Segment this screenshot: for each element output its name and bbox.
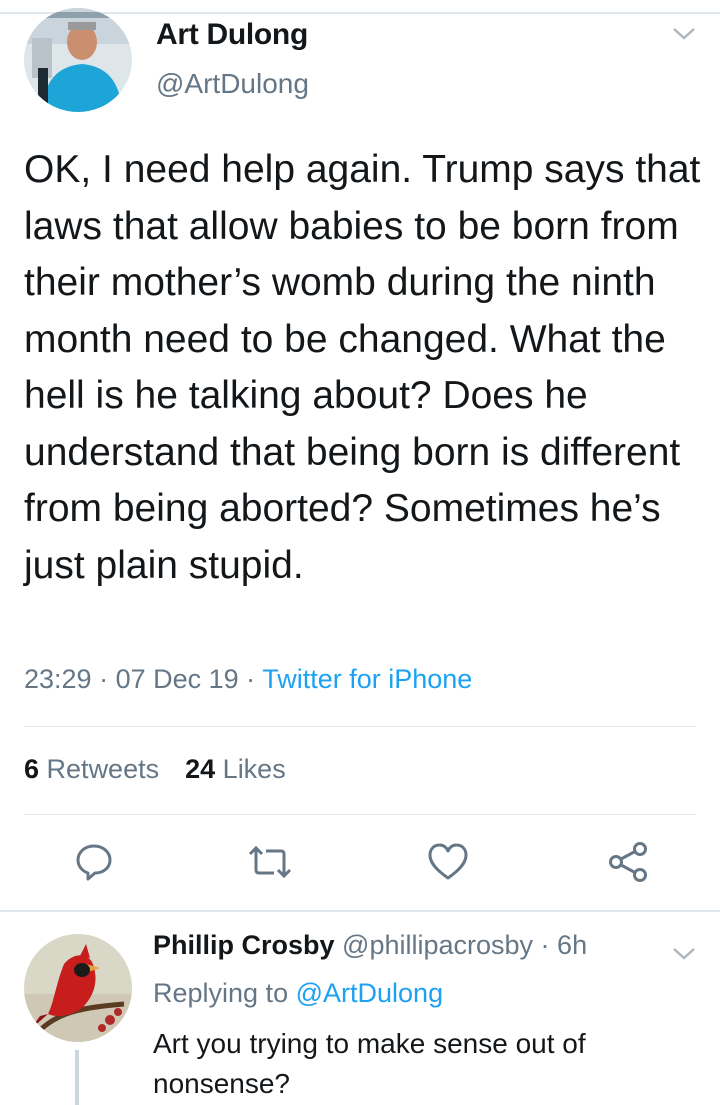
tweet-source-link[interactable]: Twitter for iPhone (262, 664, 472, 694)
author-avatar[interactable] (24, 8, 132, 112)
likes-label: Likes (222, 754, 286, 784)
tweet-time: 23:29 (24, 664, 92, 694)
meta-separator: · (238, 664, 263, 694)
reply-age: 6h (557, 930, 588, 960)
chevron-down-icon[interactable] (670, 24, 698, 44)
divider (24, 814, 696, 815)
reply-author-name[interactable]: Phillip Crosby (153, 930, 335, 960)
reply-header: Phillip Crosby @phillipacrosby · 6h (153, 930, 587, 961)
meta-separator: · (533, 930, 558, 960)
likes-count: 24 (185, 754, 216, 784)
like-button[interactable] (424, 838, 472, 886)
reply-icon (76, 844, 112, 881)
tweet-date: 07 Dec 19 (115, 664, 239, 694)
reply-text: Art you trying to make sense out of nons… (153, 1028, 586, 1099)
meta-separator: · (91, 664, 116, 694)
divider (24, 726, 696, 727)
retweets-stat[interactable]: 6 Retweets (24, 754, 159, 784)
main-tweet: Art Dulong @ArtDulong OK, I need help ag… (0, 0, 720, 912)
replying-to: Replying to @ArtDulong (153, 978, 443, 1009)
share-icon (609, 842, 647, 882)
tweet-text: OK, I need help again. Trump says that l… (24, 148, 701, 587)
chevron-down-icon[interactable] (670, 944, 698, 964)
replying-prefix: Replying to (153, 978, 289, 1008)
author-name[interactable]: Art Dulong (156, 18, 308, 52)
reply-author-handle[interactable]: @phillipacrosby (342, 930, 533, 960)
retweets-label: Retweets (46, 754, 160, 784)
reply-button[interactable] (70, 838, 118, 886)
like-icon (428, 843, 468, 880)
reply-author-avatar[interactable] (24, 934, 132, 1042)
replying-mention-link[interactable]: @ArtDulong (296, 978, 443, 1008)
likes-stat[interactable]: 24 Likes (185, 754, 286, 784)
tweet-separator (0, 910, 720, 912)
tweet-meta: 23:29 · 07 Dec 19 · Twitter for iPhone (24, 664, 472, 695)
tweet-stats: 6 Retweets 24 Likes (24, 754, 286, 785)
retweets-count: 6 (24, 754, 40, 784)
author-handle[interactable]: @ArtDulong (156, 68, 309, 100)
thread-line (75, 1050, 79, 1105)
share-button[interactable] (604, 838, 652, 886)
retweet-icon (248, 845, 292, 879)
retweet-button[interactable] (246, 838, 294, 886)
